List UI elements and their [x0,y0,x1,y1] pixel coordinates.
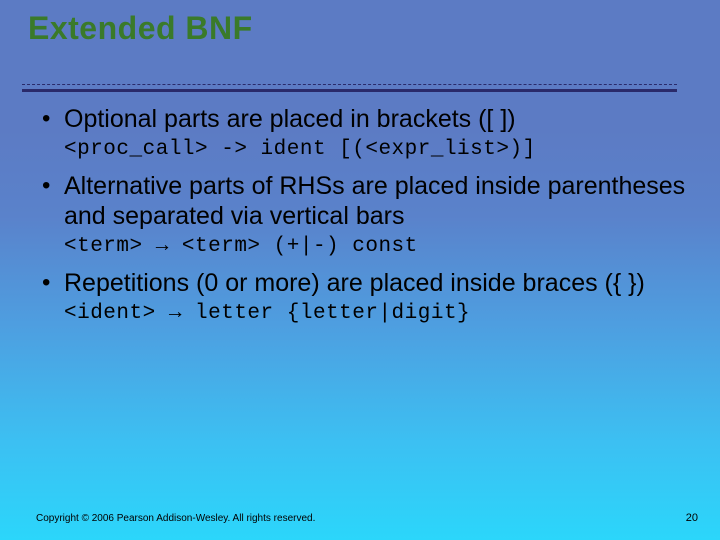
title-underline [22,84,677,92]
slide: Extended BNF Optional parts are placed i… [0,0,720,540]
list-item: Repetitions (0 or more) are placed insid… [36,268,690,298]
bullet-list: Optional parts are placed in brackets ([… [36,104,690,325]
page-number: 20 [686,512,698,524]
code-block: <term> → <term> (+|-) const [64,235,690,258]
code-block: <ident> → letter {letter|digit} [64,302,690,325]
bullet-text: Repetitions (0 or more) are placed insid… [64,268,690,298]
list-item: Optional parts are placed in brackets ([… [36,104,690,134]
bullet-text: Optional parts are placed in brackets ([… [64,104,690,134]
list-item: Alternative parts of RHSs are placed ins… [36,171,690,231]
code-block: <proc_call> -> ident [(<expr_list>)] [64,138,690,161]
slide-title: Extended BNF [28,10,253,47]
slide-content: Optional parts are placed in brackets ([… [36,104,690,335]
bullet-text: Alternative parts of RHSs are placed ins… [64,171,690,231]
copyright-text: Copyright © 2006 Pearson Addison-Wesley.… [36,513,315,524]
